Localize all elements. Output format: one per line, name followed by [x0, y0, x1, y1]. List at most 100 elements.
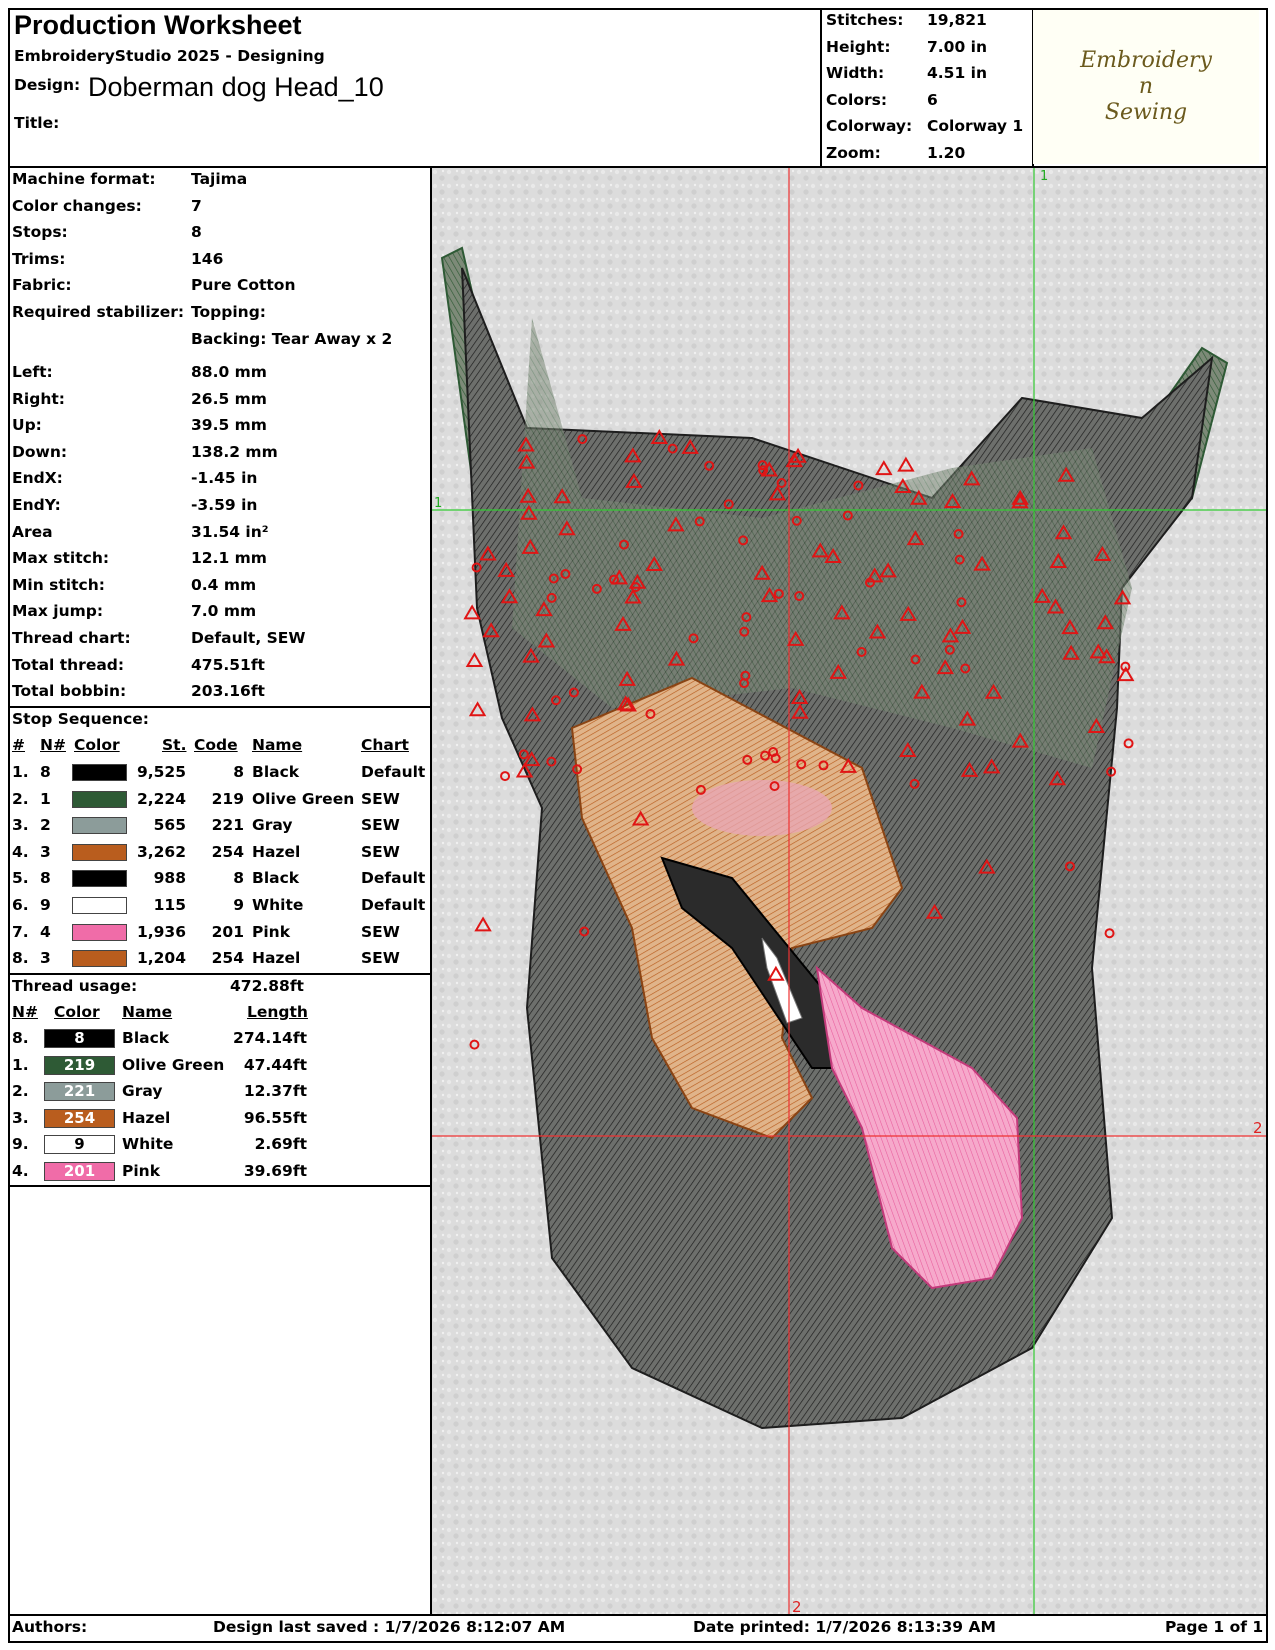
- guide-label: 1: [1040, 169, 1048, 184]
- stop-number: 1.: [12, 763, 29, 781]
- dim-label: Max jump:: [12, 602, 104, 620]
- title-label: Title:: [14, 114, 60, 132]
- brand-logo: Embroidery n Sewing: [1033, 10, 1259, 164]
- stitch-count: 3,262: [136, 842, 186, 861]
- stat-value: 7.00 in: [927, 38, 987, 56]
- info-label: Color changes:: [12, 197, 142, 215]
- needle-number: 4: [40, 922, 51, 941]
- needle-number: 8: [40, 763, 51, 781]
- thread-name: Pink: [252, 922, 291, 941]
- dim-value: -1.45 in: [191, 469, 258, 487]
- dim-value: -3.59 in: [191, 496, 258, 514]
- thread-chart: SEW: [361, 789, 400, 808]
- needle-number: 1.: [12, 1055, 29, 1074]
- stop-number: 7.: [12, 922, 29, 941]
- thread-code: 8: [233, 869, 244, 888]
- color-swatch: [72, 950, 127, 968]
- stop-number: 6.: [12, 896, 29, 914]
- thread-code: 254: [211, 842, 244, 861]
- stop-number: 3.: [12, 816, 29, 835]
- guide-label: 1: [434, 496, 442, 511]
- stop-number: 2.: [12, 789, 29, 808]
- thread-chart: SEW: [361, 816, 400, 835]
- dim-value: 39.5 mm: [191, 416, 267, 434]
- dim-label: Min stitch:: [12, 576, 105, 594]
- info-value: Tajima: [191, 170, 248, 188]
- needle-number: 2.: [12, 1082, 29, 1101]
- stitch-count: 565: [153, 816, 186, 835]
- color-swatch: 8: [44, 1029, 115, 1048]
- thread-name: Gray: [122, 1082, 163, 1101]
- col-header: Color: [74, 736, 120, 754]
- thread-length: 39.69ft: [243, 1162, 307, 1180]
- thread-chart: Default: [361, 869, 426, 888]
- dim-value: 203.16ft: [191, 682, 265, 700]
- thread-usage-title: Thread usage:: [12, 977, 138, 995]
- stat-value: 1.20: [927, 144, 966, 162]
- stat-label: Width:: [826, 64, 885, 82]
- logo-line: n: [1138, 74, 1154, 99]
- dim-value: 12.1 mm: [191, 549, 267, 567]
- col-header: N#: [40, 736, 66, 754]
- thread-length: 2.69ft: [254, 1135, 307, 1154]
- stitch-count: 1,936: [136, 922, 186, 941]
- section-rule: [8, 706, 432, 708]
- thread-name: White: [122, 1135, 174, 1154]
- thread-code: 219: [211, 789, 244, 808]
- needle-number: 3: [40, 842, 51, 861]
- dim-value: 26.5 mm: [191, 390, 267, 408]
- thread-length: 47.44ft: [243, 1055, 307, 1074]
- color-swatch: 219: [44, 1055, 115, 1075]
- stat-label: Stitches:: [826, 11, 904, 29]
- stop-number: 8.: [12, 949, 29, 968]
- thread-chart: Default: [361, 896, 426, 914]
- thread-chart: SEW: [361, 949, 400, 968]
- info-label: Fabric:: [12, 276, 72, 294]
- col-header: St.: [162, 736, 187, 754]
- color-swatch: 201: [44, 1162, 115, 1181]
- stitch-count: 988: [153, 869, 186, 888]
- thread-usage-total: 472.88ft: [230, 977, 304, 995]
- stat-value: 6: [927, 91, 938, 109]
- info-label: Trims:: [12, 250, 66, 268]
- info-value: Backing: Tear Away x 2: [191, 330, 393, 348]
- stop-number: 4.: [12, 842, 29, 861]
- dim-label: Right:: [12, 390, 65, 408]
- stop-number: 5.: [12, 869, 29, 888]
- section-rule: [8, 1185, 432, 1187]
- dim-value: 0.4 mm: [191, 576, 257, 594]
- needle-number: 8: [40, 869, 51, 888]
- thread-length: 96.55ft: [243, 1108, 307, 1127]
- needle-number: 3: [40, 949, 51, 968]
- color-swatch: 254: [44, 1108, 115, 1128]
- dim-value: Default, SEW: [191, 629, 306, 647]
- needle-number: 9.: [12, 1135, 29, 1154]
- design-preview-svg: 1 1 2 2: [432, 168, 1266, 1616]
- color-swatch: 9: [44, 1135, 115, 1155]
- footer-printed: Date printed: 1/7/2026 8:13:39 AM: [693, 1618, 996, 1636]
- thread-name: Hazel: [122, 1108, 171, 1127]
- thread-code: 221: [211, 816, 244, 835]
- dim-label: Max stitch:: [12, 549, 110, 567]
- needle-number: 8.: [12, 1029, 29, 1047]
- needle-number: 3.: [12, 1108, 29, 1127]
- dim-value: 138.2 mm: [191, 443, 278, 461]
- color-swatch: [72, 764, 127, 781]
- section-rule: [8, 973, 432, 975]
- stat-value: 4.51 in: [927, 64, 987, 82]
- dim-label: Total thread:: [12, 656, 125, 674]
- col-header: Code: [194, 736, 238, 754]
- thread-name: Gray: [252, 816, 293, 835]
- stat-label: Zoom:: [826, 144, 881, 162]
- thread-chart: SEW: [361, 842, 400, 861]
- nose: [692, 780, 832, 836]
- thread-name: Black: [252, 763, 300, 781]
- dim-label: Thread chart:: [12, 629, 131, 647]
- needle-number: 4.: [12, 1162, 29, 1180]
- stat-label: Colorway:: [826, 117, 913, 135]
- thread-name: Pink: [122, 1162, 161, 1180]
- thread-length: 12.37ft: [243, 1082, 307, 1101]
- stop-sequence-title: Stop Sequence:: [12, 710, 149, 728]
- footer-authors: Authors:: [12, 1618, 88, 1636]
- thread-name: Olive Green: [122, 1055, 225, 1074]
